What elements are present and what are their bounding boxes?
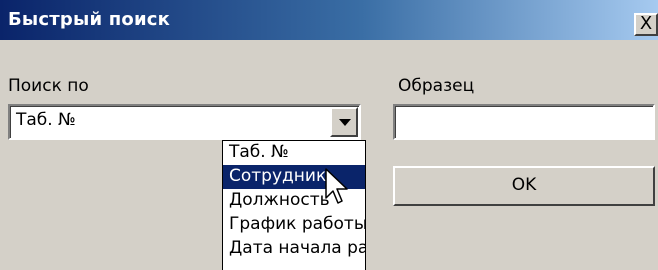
window-title: Быстрый поиск <box>8 9 171 30</box>
dropdown-item[interactable]: Дата начала работы <box>223 237 365 261</box>
combo-dropdown-button[interactable] <box>330 107 358 137</box>
ok-button[interactable]: OK <box>393 166 655 206</box>
close-icon: X <box>639 13 653 34</box>
dropdown-item[interactable]: График работы <box>223 213 365 237</box>
dropdown-item[interactable]: Таб. № <box>223 141 365 165</box>
search-by-value: Таб. № <box>16 110 76 130</box>
search-by-label: Поиск по <box>8 76 89 96</box>
search-by-combobox[interactable]: Таб. № <box>8 104 361 140</box>
title-bar[interactable]: Быстрый поиск X <box>0 0 658 40</box>
sample-input[interactable] <box>393 104 655 140</box>
close-button[interactable]: X <box>634 13 658 36</box>
arrow-cursor-icon <box>325 168 348 204</box>
quick-search-dialog: Быстрый поиск X Поиск по Таб. № Образец … <box>0 0 658 270</box>
triangle-down-icon <box>339 119 351 126</box>
sample-label: Образец <box>398 76 475 96</box>
